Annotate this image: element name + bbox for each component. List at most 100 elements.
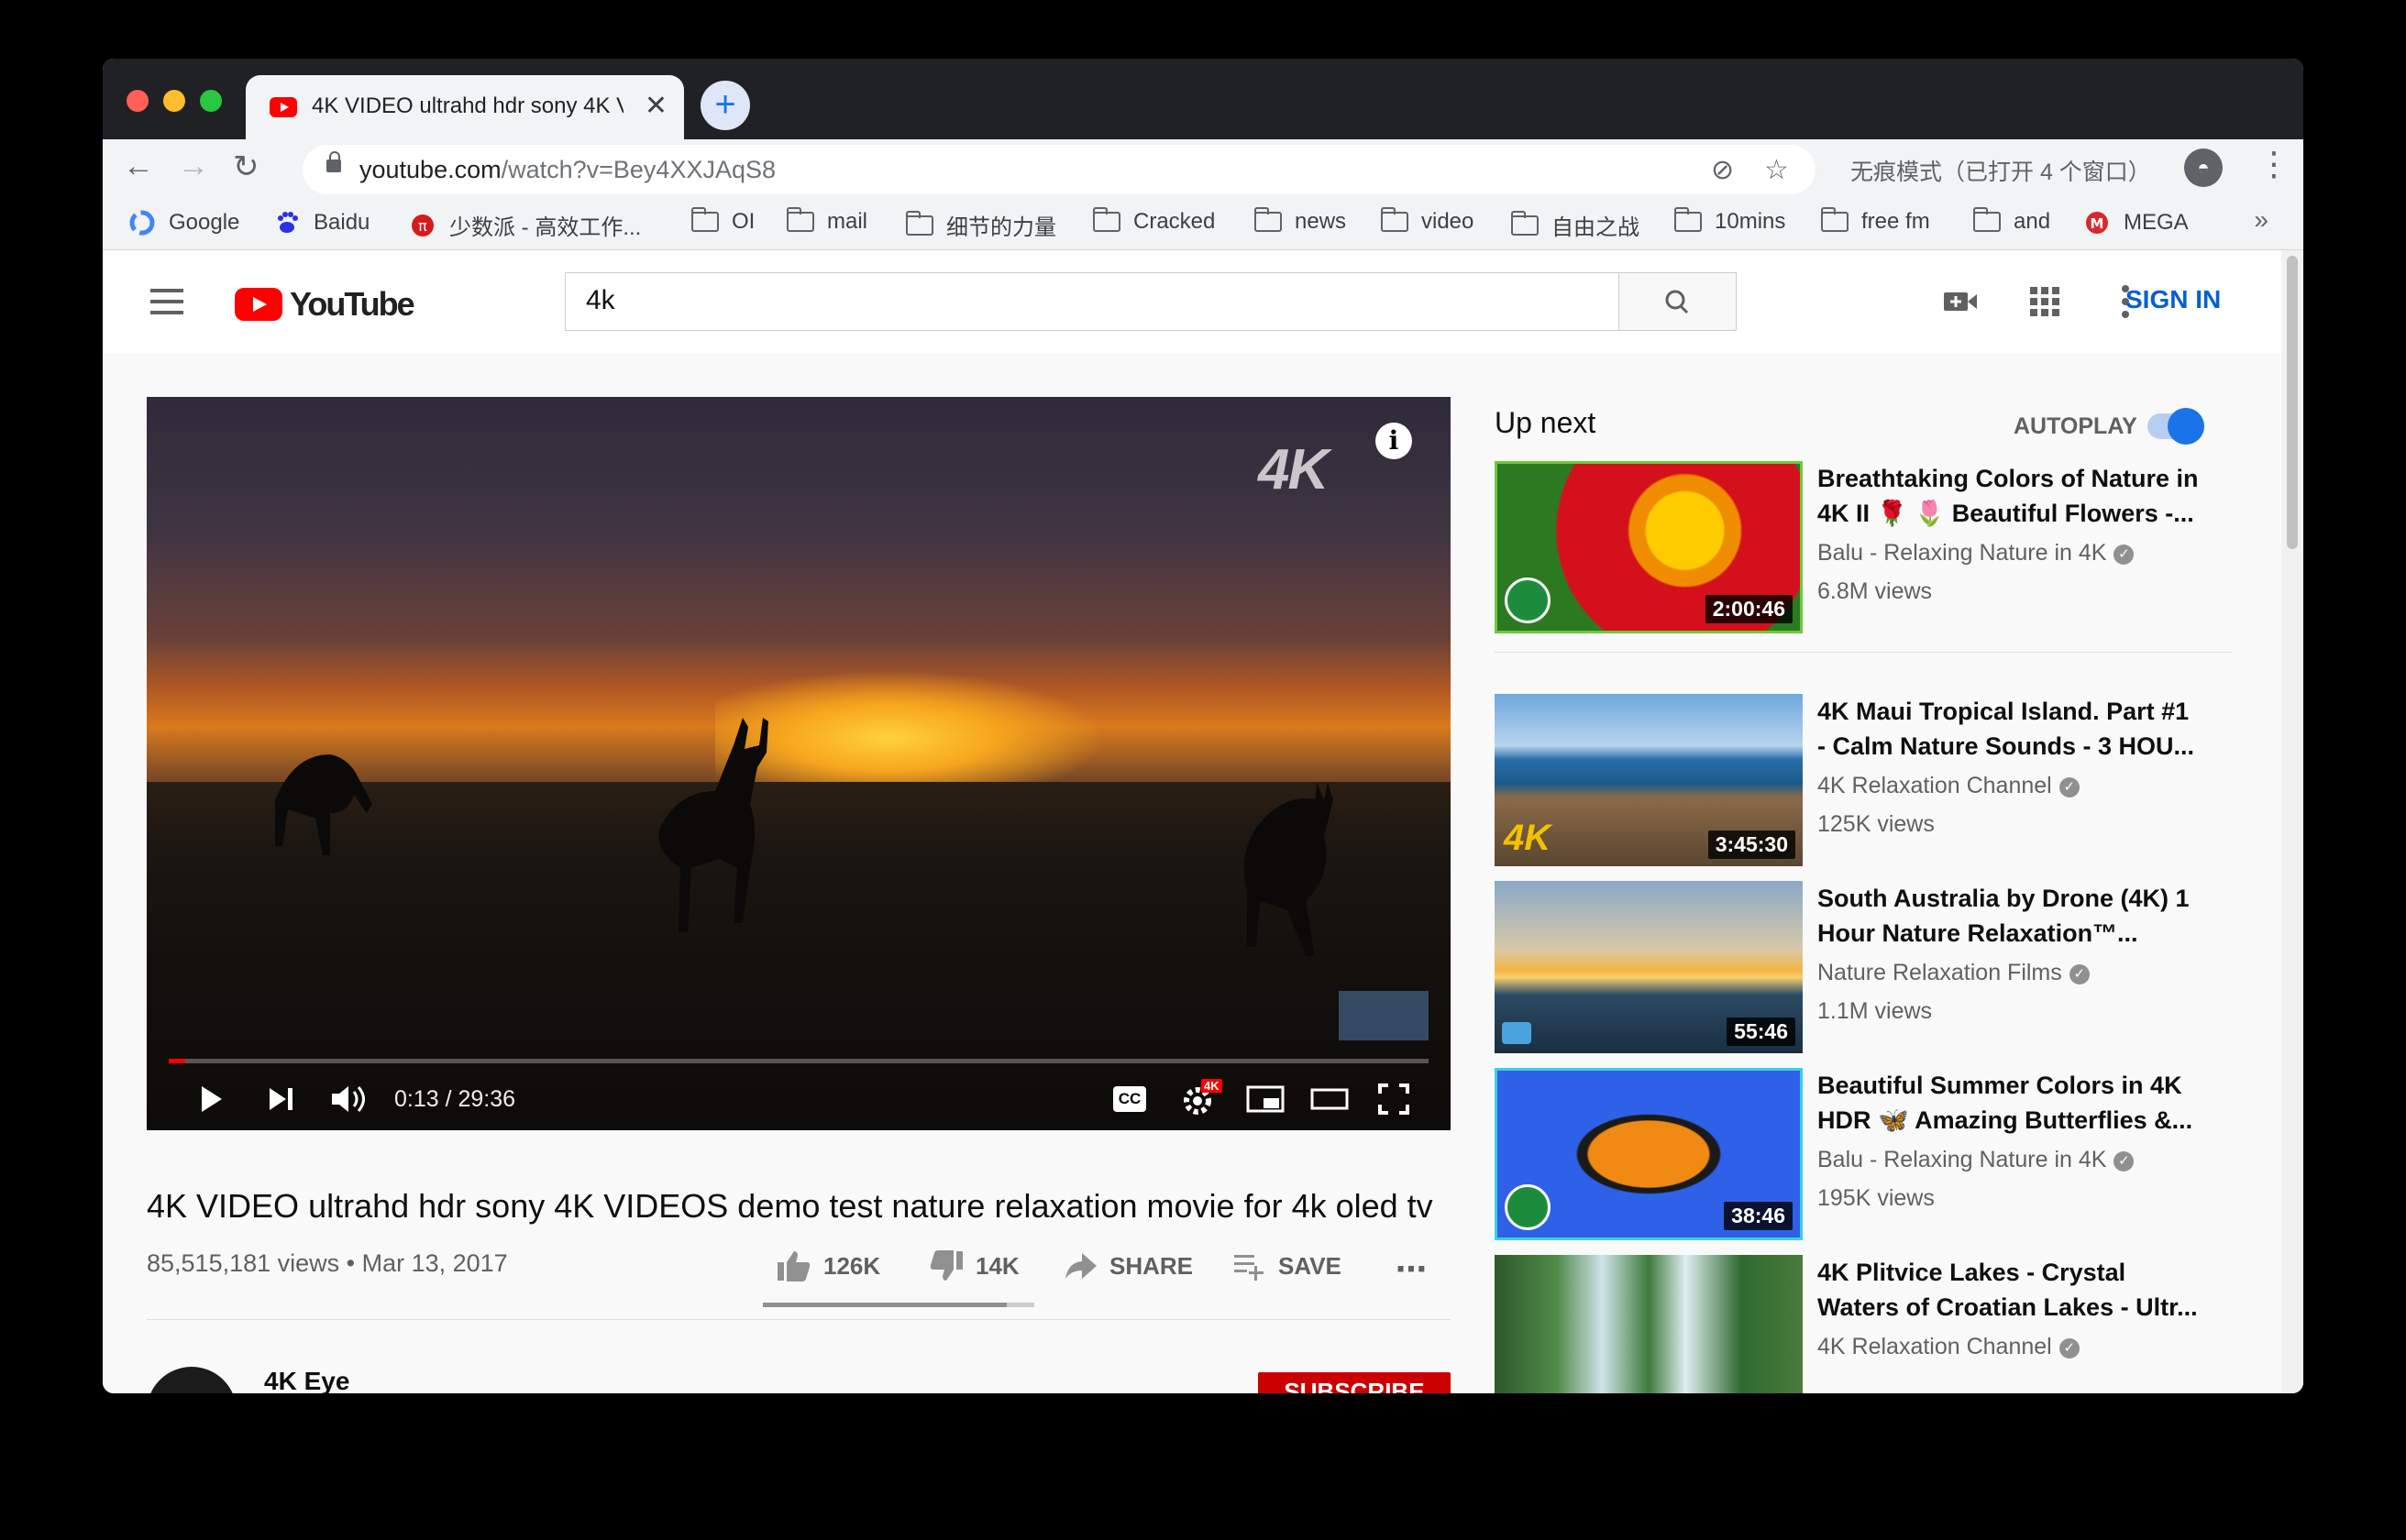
like-button[interactable]: 126K [776,1249,880,1282]
window-controls [127,90,222,112]
dislike-button[interactable]: 14K [928,1249,1020,1282]
video-duration: 55:46 [1727,1018,1795,1046]
miniplayer-icon[interactable] [1245,1083,1286,1120]
bookmark-folder-oi[interactable]: OI [691,207,755,235]
save-button[interactable]: SAVE [1232,1249,1341,1282]
time-display: 0:13 / 29:36 [394,1086,516,1112]
lock-icon [326,151,341,172]
create-video-icon[interactable] [1940,283,1981,324]
video-thumbnail[interactable]: 55:46 [1495,881,1803,1053]
scrollbar-thumb[interactable] [2287,256,2298,549]
bookmark-sspai[interactable]: π 少数派 - 高效工作... [409,209,641,241]
folder-icon [787,207,814,232]
video-title[interactable]: Beautiful Summer Colors in 4K HDR 🦋 Amaz… [1817,1068,2202,1138]
search-input[interactable] [584,284,1596,317]
settings-gear-icon[interactable]: 4K [1181,1079,1229,1124]
channel-name[interactable]: 4K Eye [264,1367,349,1393]
bookmark-folder-10mins[interactable]: 10mins [1674,207,1785,235]
tab-strip: 4K VIDEO ultrahd hdr sony 4K VIDEOS demo… [103,59,2303,139]
search-box[interactable] [565,272,1619,331]
browser-menu-icon[interactable]: ⋮ [2257,145,2290,183]
incognito-icon[interactable]: ◓ [2184,148,2223,187]
recommended-video[interactable]: 4K 3:45:30 4K Maui Tropical Island. Part… [1495,694,2232,868]
zoom-window-button[interactable] [200,90,222,112]
youtube-logo[interactable]: YouTube [235,285,415,324]
autoplay-toggle-knob[interactable] [2168,408,2204,445]
animal-silhouettes [275,718,1333,956]
video-title[interactable]: 4K Plitvice Lakes - Crystal Waters of Cr… [1817,1255,2202,1325]
channel-name[interactable]: 4K Relaxation Channel ✓ [1817,773,2080,799]
video-thumbnail[interactable]: 38:46 [1495,1068,1803,1240]
fullscreen-icon[interactable] [1377,1083,1410,1120]
metadata-divider [147,1319,1451,1320]
google-icon [128,209,156,236]
subscribe-button[interactable]: SUBSCRIBE [1258,1372,1451,1393]
video-thumbnail[interactable]: 2:00:46 [1495,461,1803,633]
recommended-video[interactable]: 2:00:46 Breathtaking Colors of Nature in… [1495,461,2232,635]
bookmark-folder-cracked[interactable]: Cracked [1093,207,1215,235]
progress-bar[interactable] [169,1059,1429,1063]
apps-grid-icon[interactable] [2028,285,2061,323]
channel-name[interactable]: Balu - Relaxing Nature in 4K ✓ [1817,540,2135,566]
minimize-window-button[interactable] [163,90,185,112]
folder-icon [1511,210,1539,236]
verified-check-icon: ✓ [2069,964,2090,984]
captions-icon[interactable]: CC [1113,1086,1146,1112]
bookmark-folder-details[interactable]: 细节的力量 [906,209,1056,241]
recommended-video[interactable]: 4K Plitvice Lakes - Crystal Waters of Cr… [1495,1255,2232,1393]
verified-check-icon: ✓ [2114,544,2135,565]
sign-in-button[interactable]: SIGN IN [2125,285,2221,314]
bookmark-folder-video[interactable]: video [1381,207,1473,235]
video-title[interactable]: Breathtaking Colors of Nature in 4K II 🌹… [1817,461,2202,531]
bookmark-folder-mail[interactable]: mail [787,207,867,235]
bookmark-baidu[interactable]: Baidu [273,209,370,236]
recommended-video[interactable]: 55:46 South Australia by Drone (4K) 1 Ho… [1495,881,2232,1055]
close-window-button[interactable] [127,90,149,112]
bookmark-folder-freefm[interactable]: free fm [1821,207,1930,235]
url-text[interactable]: youtube.com/watch?v=Bey4XXJAqS8 [359,156,776,184]
tab-active[interactable]: 4K VIDEO ultrahd hdr sony 4K VIDEOS demo… [246,75,684,139]
volume-icon[interactable] [330,1083,370,1120]
translate-blocked-icon[interactable]: ⊘ [1711,154,1734,186]
bookmark-folder-freedom[interactable]: 自由之战 [1511,209,1639,241]
tab-close-icon[interactable]: ✕ [645,90,668,122]
video-title[interactable]: South Australia by Drone (4K) 1 Hour Nat… [1817,881,2202,951]
bookmarks-overflow-icon[interactable]: » [2254,205,2268,235]
share-button[interactable]: SHARE [1064,1249,1193,1282]
video-thumbnail[interactable]: 4K 3:45:30 [1495,694,1803,866]
play-icon[interactable] [194,1083,227,1120]
video-title[interactable]: 4K Maui Tropical Island. Part #1 - Calm … [1817,694,2202,764]
bookmark-folder-news[interactable]: news [1254,207,1346,235]
recommended-video[interactable]: 38:46 Beautiful Summer Colors in 4K HDR … [1495,1068,2232,1242]
bookmark-star-icon[interactable]: ☆ [1764,154,1789,186]
hamburger-menu-icon[interactable] [150,289,183,322]
youtube-page: YouTube SIGN IN [103,250,2303,1393]
new-tab-button[interactable]: + [701,81,750,130]
search-button[interactable] [1619,272,1737,331]
channel-name[interactable]: 4K Relaxation Channel ✓ [1817,1334,2080,1360]
address-bar[interactable]: youtube.com/watch?v=Bey4XXJAqS8 ⊘ ☆ [303,145,1816,194]
nature-relaxation-logo-icon [1502,1022,1531,1044]
endscreen-element[interactable] [1339,991,1429,1040]
video-thumbnail[interactable] [1495,1255,1803,1393]
share-arrow-icon [1065,1253,1097,1279]
channel-name[interactable]: Balu - Relaxing Nature in 4K ✓ [1817,1147,2135,1173]
channel-name[interactable]: Nature Relaxation Films ✓ [1817,960,2090,986]
like-ratio-bar [763,1303,1034,1307]
folder-icon [1381,207,1408,232]
channel-badge-icon [1505,578,1551,623]
bookmark-google[interactable]: Google [128,209,239,236]
bookmark-folder-and[interactable]: and [1973,207,2050,235]
back-arrow-icon[interactable]: ← [123,148,154,184]
next-video-icon[interactable] [264,1083,297,1120]
video-player[interactable]: 4K i 0:13 / 29:36 CC 4K [147,397,1451,1130]
info-icon[interactable]: i [1375,423,1412,459]
forward-arrow-icon[interactable]: → [178,148,209,184]
bookmark-mega[interactable]: M MEGA [2083,209,2189,236]
channel-avatar[interactable]: 4K [147,1367,237,1393]
reload-icon[interactable]: ↻ [233,148,259,185]
more-actions-icon[interactable]: ⋯ [1396,1251,1427,1288]
page-scrollbar[interactable] [2281,250,2303,1393]
tab-title: 4K VIDEO ultrahd hdr sony 4K VIDEOS demo… [312,94,624,118]
theater-mode-icon[interactable] [1309,1083,1350,1120]
